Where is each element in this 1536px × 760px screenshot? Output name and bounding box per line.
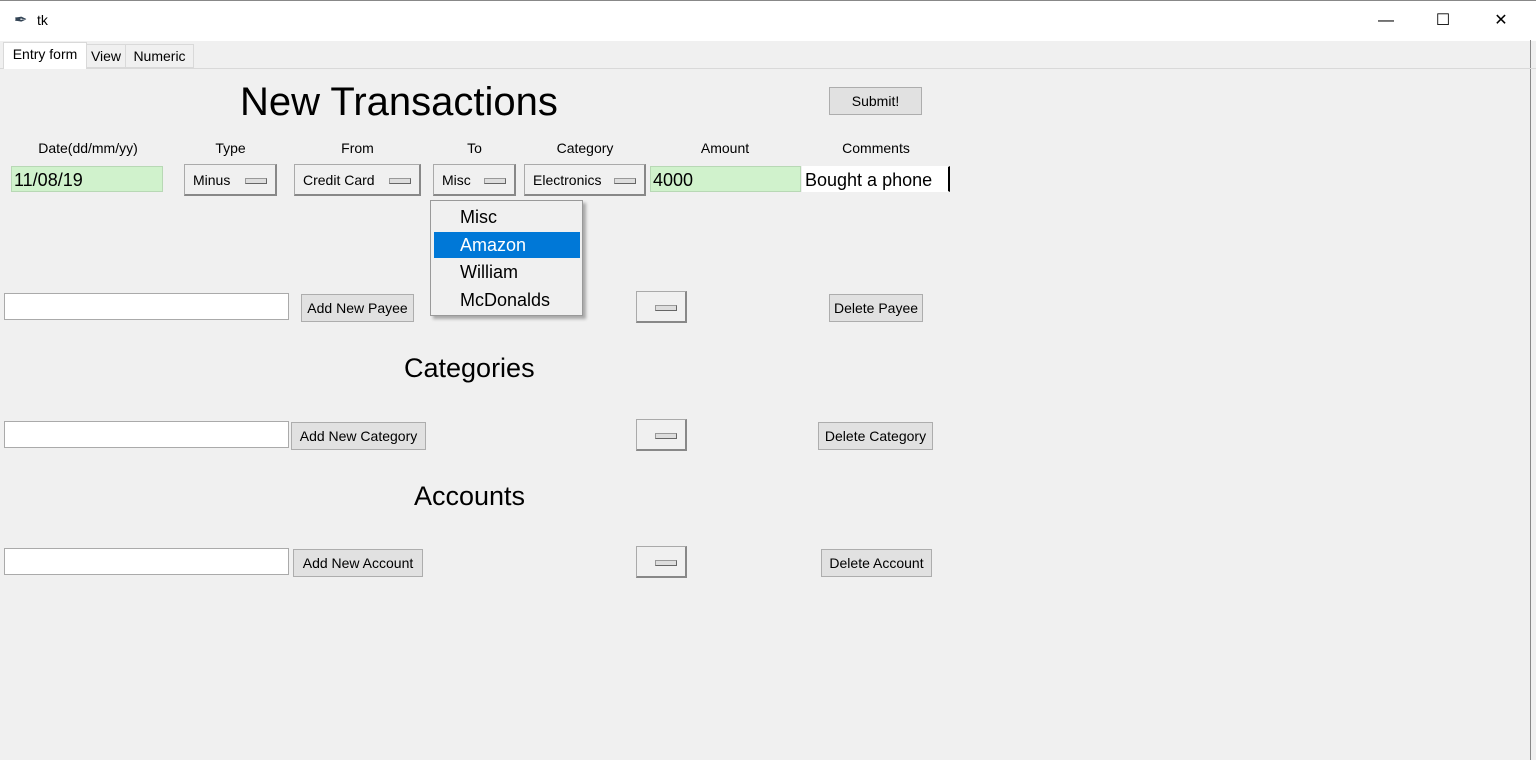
category-dropdown[interactable]: Electronics [524, 164, 646, 196]
category-value: Electronics [533, 172, 602, 188]
payee-input[interactable] [4, 293, 289, 320]
to-dropdown[interactable]: Misc [433, 164, 516, 196]
dropdown-indicator-icon [655, 305, 677, 311]
date-label: Date(dd/mm/yy) [38, 140, 138, 156]
tab-numeric[interactable]: Numeric [125, 44, 194, 68]
menu-item-amazon[interactable]: Amazon [434, 232, 580, 258]
date-input[interactable]: 11/08/19 [11, 166, 163, 192]
maximize-icon[interactable]: ☐ [1420, 7, 1466, 35]
categories-heading: Categories [404, 353, 535, 383]
dropdown-indicator-icon [614, 178, 636, 184]
dropdown-indicator-icon [484, 178, 506, 184]
account-input[interactable] [4, 548, 289, 575]
menu-item-mcdonalds[interactable]: McDonalds [434, 287, 580, 313]
add-account-button[interactable]: Add New Account [293, 549, 423, 577]
tab-view[interactable]: View [86, 44, 126, 68]
to-value: Misc [442, 172, 471, 188]
dropdown-indicator-icon [389, 178, 411, 184]
from-value: Credit Card [303, 172, 375, 188]
category-list-dropdown[interactable] [636, 419, 687, 451]
dropdown-indicator-icon [245, 178, 267, 184]
window-title: tk [37, 12, 48, 28]
accounts-heading: Accounts [414, 481, 526, 511]
delete-payee-button[interactable]: Delete Payee [829, 294, 923, 322]
category-label: Category [556, 140, 614, 156]
amount-label: Amount [700, 140, 750, 156]
type-label: Type [215, 140, 246, 156]
comments-label: Comments [842, 140, 910, 156]
from-dropdown[interactable]: Credit Card [294, 164, 421, 196]
payee-dropdown[interactable] [636, 291, 687, 323]
title-bar: ✒ tk — ☐ ✕ [0, 0, 1536, 41]
delete-category-button[interactable]: Delete Category [818, 422, 933, 450]
notebook-tabs: Entry form View Numeric [0, 40, 1536, 69]
submit-button[interactable]: Submit! [829, 87, 922, 115]
tab-entry-form[interactable]: Entry form [3, 42, 87, 69]
comments-input[interactable]: Bought a phone [802, 166, 950, 192]
delete-account-button[interactable]: Delete Account [821, 549, 932, 577]
from-label: From [341, 140, 374, 156]
to-dropdown-menu: Misc Amazon William McDonalds [430, 200, 583, 316]
to-label: To [467, 140, 482, 156]
type-dropdown[interactable]: Minus [184, 164, 277, 196]
add-payee-button[interactable]: Add New Payee [301, 294, 414, 322]
menu-item-william[interactable]: William [434, 259, 580, 285]
page-title: New Transactions [240, 80, 558, 124]
menu-item-misc[interactable]: Misc [434, 204, 580, 230]
dropdown-indicator-icon [655, 433, 677, 439]
dropdown-indicator-icon [655, 560, 677, 566]
amount-input[interactable]: 4000 [650, 166, 801, 192]
category-input[interactable] [4, 421, 289, 448]
window-border [1530, 40, 1531, 760]
account-dropdown[interactable] [636, 546, 687, 578]
type-value: Minus [193, 172, 231, 188]
minimize-icon[interactable]: — [1363, 7, 1409, 35]
close-icon[interactable]: ✕ [1478, 7, 1524, 35]
add-category-button[interactable]: Add New Category [291, 422, 426, 450]
tk-feather-icon: ✒ [14, 12, 28, 29]
